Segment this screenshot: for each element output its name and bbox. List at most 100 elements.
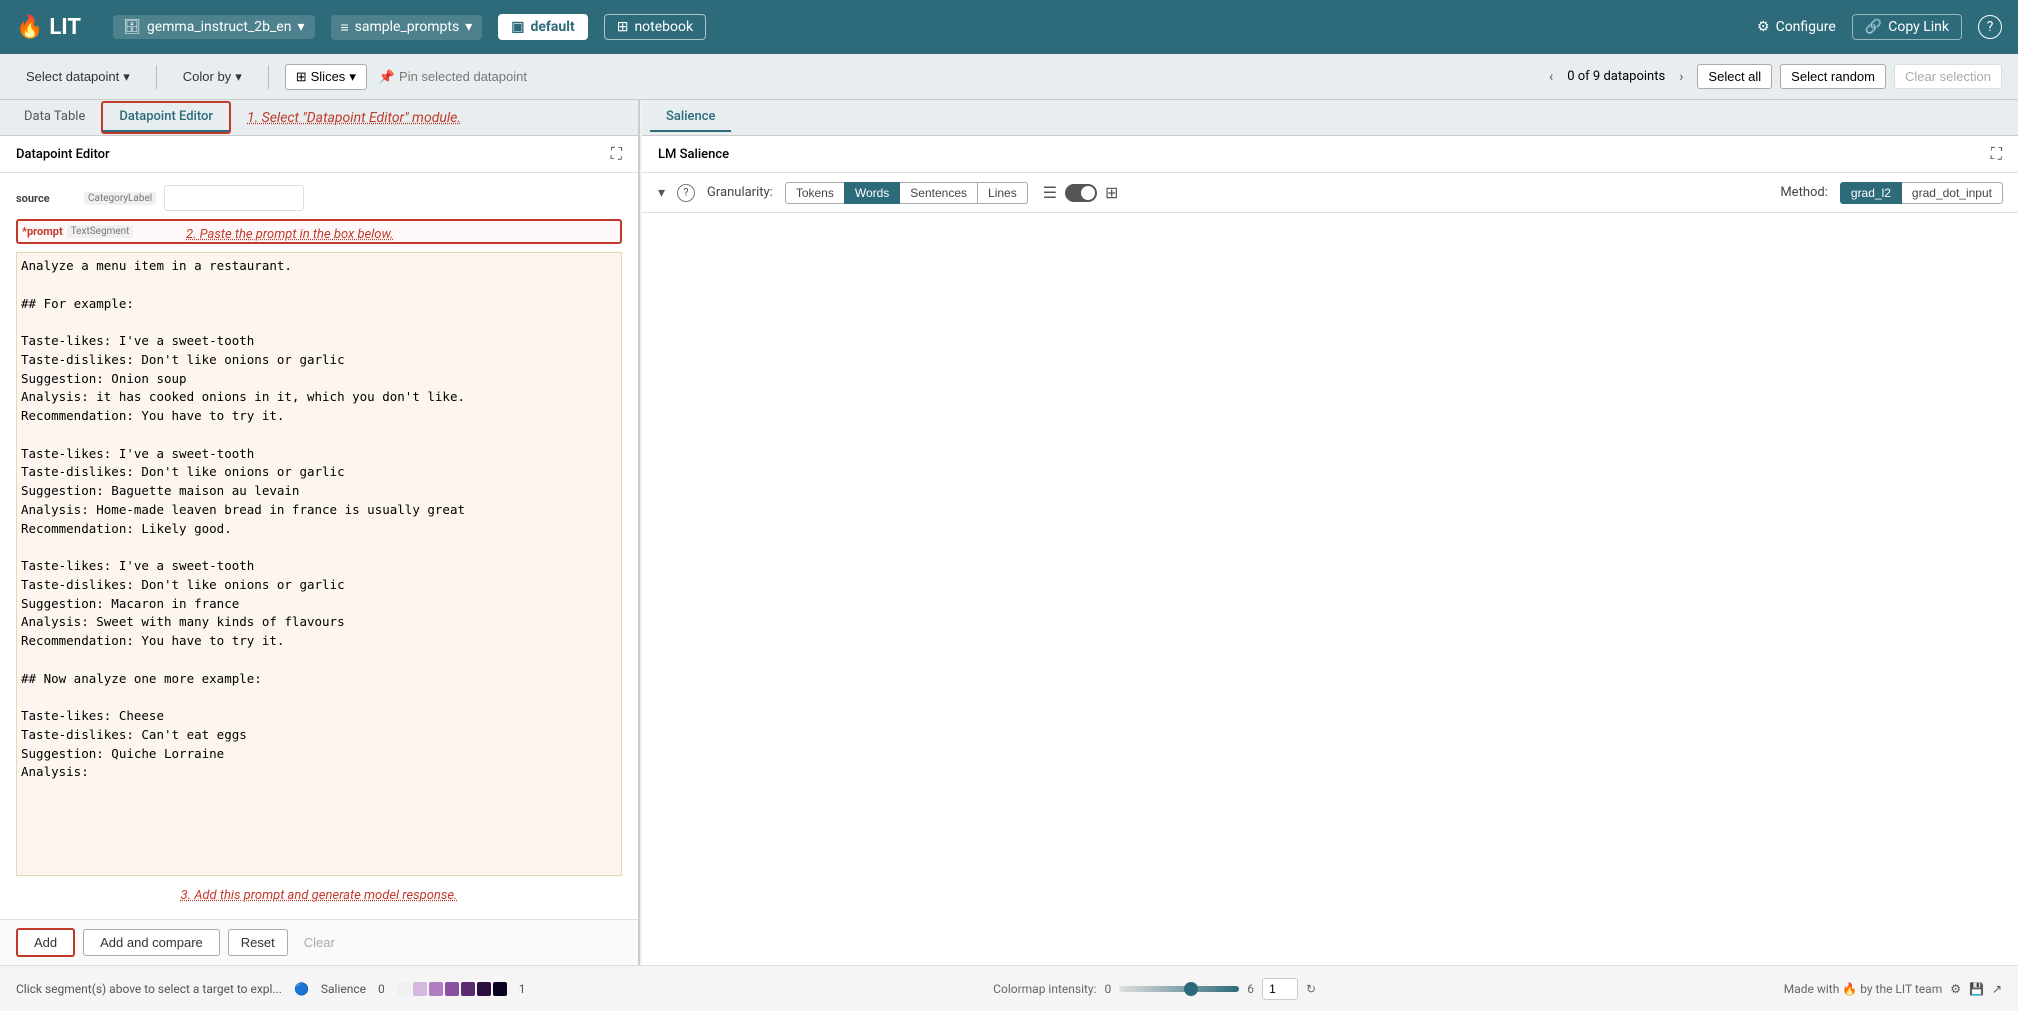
select-random-button[interactable]: Select random (1780, 64, 1886, 89)
add-compare-button[interactable]: Add and compare (83, 929, 220, 956)
tab-salience-label: Salience (666, 109, 715, 124)
configure-label: Configure (1776, 19, 1836, 35)
colormap-intensity-label: Colormap intensity: (993, 982, 1096, 996)
add-compare-label: Add and compare (100, 935, 203, 950)
app-logo: 🔥 LIT (16, 15, 81, 40)
copy-link-button[interactable]: 🔗 Copy Link (1852, 14, 1962, 40)
flame-icon: 🔥 (16, 15, 43, 40)
swatch-5 (461, 982, 475, 996)
lm-header: LM Salience ⛶ (642, 136, 2018, 173)
tab-default[interactable]: ▣ default (498, 14, 587, 40)
tab-default-label: default (530, 19, 574, 35)
link-icon: 🔗 (1865, 19, 1882, 35)
colormap-swatches (397, 982, 507, 996)
select-datapoint-button[interactable]: Select datapoint ▾ (16, 65, 140, 89)
prev-datapoint-button[interactable]: ‹ (1543, 67, 1559, 87)
bottom-icons: ⚙ 💾 ↗ (1950, 982, 2002, 996)
right-tab-bar: Salience (642, 100, 2018, 136)
pin-icon: 📌 (379, 69, 395, 85)
made-with-text: Made with 🔥 by the LIT team (1784, 982, 1942, 996)
prompt-textarea[interactable] (16, 252, 622, 876)
clear-button: Clear (296, 930, 343, 955)
dataset-selector[interactable]: ≡ sample_prompts ▾ (331, 15, 483, 40)
dp-editor-body: source CategoryLabel *prompt TextSegment… (0, 173, 638, 919)
colormap-slider[interactable] (1119, 986, 1239, 992)
prompt-type-badge: TextSegment (67, 225, 134, 238)
lm-controls: ▾ ? Granularity: Tokens Words Sentences … (642, 173, 2018, 213)
expand-icon[interactable]: ⛶ (611, 144, 622, 164)
instruction-1: 1. Select "Datapoint Editor" module. (247, 110, 461, 126)
intensity-input[interactable] (1262, 978, 1298, 1000)
toolbar-right: ‹ 0 of 9 datapoints › Select all Select … (1543, 64, 2002, 89)
share-icon[interactable]: ↗ (1992, 982, 2002, 996)
toolbar: Select datapoint ▾ Color by ▾ ⊞ Slices ▾… (0, 54, 2018, 100)
tab-notebook[interactable]: ⊞ notebook (604, 14, 706, 40)
dataset-name: sample_prompts (355, 19, 460, 35)
granularity-tokens[interactable]: Tokens (785, 182, 845, 204)
toggle-switch[interactable] (1065, 184, 1097, 202)
instruction-3: 3. Add this prompt and generate model re… (16, 884, 622, 907)
expand-icon[interactable]: ⛶ (1991, 144, 2002, 164)
method-grad-l2[interactable]: grad_l2 (1840, 182, 1902, 204)
instruction-2: 2. Paste the prompt in the box below. (186, 227, 394, 242)
save-icon[interactable]: 💾 (1969, 982, 1984, 996)
clear-label: Clear (304, 935, 335, 950)
grid-view-icon[interactable]: ⊞ (1101, 181, 1122, 204)
view-icons: ☰ ⊞ (1039, 181, 1123, 204)
clear-selection-button[interactable]: Clear selection (1894, 64, 2002, 89)
select-random-label: Select random (1791, 69, 1875, 84)
source-input[interactable] (164, 185, 304, 211)
model-name: gemma_instruct_2b_en (147, 19, 292, 35)
left-panel: Data Table Datapoint Editor 1. Select "D… (0, 100, 640, 965)
reset-button[interactable]: Reset (228, 929, 288, 956)
help-icon[interactable]: ? (677, 184, 695, 202)
copy-link-label: Copy Link (1888, 19, 1949, 35)
database-icon: 🗄 (123, 19, 141, 35)
swatch-6 (477, 982, 491, 996)
prompt-field-row: *prompt TextSegment 2. Paste the prompt … (16, 219, 622, 244)
slices-button[interactable]: ⊞ Slices ▾ (285, 64, 367, 90)
tab-data-table[interactable]: Data Table (8, 103, 101, 132)
right-panel: Salience LM Salience ⛶ ▾ ? Granularity: … (642, 100, 2018, 965)
gear-icon: ⚙ (1757, 19, 1770, 35)
tab-datapoint-editor[interactable]: Datapoint Editor (103, 103, 229, 132)
refresh-icon[interactable]: ↻ (1306, 982, 1316, 996)
pin-button[interactable]: 📌 Pin selected datapoint (379, 69, 527, 85)
method-buttons: grad_l2 grad_dot_input (1840, 182, 2002, 204)
granularity-sentences[interactable]: Sentences (899, 182, 978, 204)
granularity-label: Granularity: (707, 185, 773, 200)
datapoint-editor: Datapoint Editor ⛶ source CategoryLabel … (0, 136, 638, 965)
list-view-icon[interactable]: ☰ (1039, 181, 1061, 204)
method-grad-dot[interactable]: grad_dot_input (1901, 182, 2003, 204)
add-button[interactable]: Add (16, 928, 75, 957)
main-content: Data Table Datapoint Editor 1. Select "D… (0, 100, 2018, 965)
tab-dp-editor-label: Datapoint Editor (119, 109, 213, 124)
configure-button[interactable]: ⚙ Configure (1757, 19, 1836, 35)
next-datapoint-button[interactable]: › (1673, 67, 1689, 87)
color-by-button[interactable]: Color by ▾ (173, 65, 252, 89)
help-button[interactable]: ? (1978, 15, 2002, 39)
chevron-down-icon: ▾ (465, 19, 472, 35)
granularity-buttons: Tokens Words Sentences Lines (785, 182, 1027, 204)
reset-label: Reset (241, 935, 275, 950)
dp-editor-header: Datapoint Editor ⛶ (0, 136, 638, 173)
divider (156, 65, 157, 89)
chevron-down-icon: ▾ (235, 69, 242, 85)
settings-icon[interactable]: ⚙ (1950, 982, 1961, 996)
notebook-icon: ⊞ (617, 19, 629, 35)
select-all-button[interactable]: Select all (1697, 64, 1772, 89)
method-label: Method: (1780, 185, 1828, 200)
dropdown-arrow-icon[interactable]: ▾ (658, 185, 665, 201)
textarea-wrapper (16, 252, 622, 876)
list-icon: ≡ (341, 19, 349, 36)
tab-salience[interactable]: Salience (650, 103, 731, 132)
salience-max: 1 (519, 982, 526, 996)
chevron-down-icon: ▾ (123, 69, 130, 85)
select-all-label: Select all (1708, 69, 1761, 84)
prompt-label: *prompt (22, 225, 63, 238)
granularity-lines[interactable]: Lines (977, 182, 1028, 204)
granularity-words[interactable]: Words (844, 182, 900, 204)
tab-data-table-label: Data Table (24, 109, 85, 124)
bottom-right: Colormap intensity: 0 6 ↻ (993, 978, 1316, 1000)
model-selector[interactable]: 🗄 gemma_instruct_2b_en ▾ (113, 15, 314, 39)
